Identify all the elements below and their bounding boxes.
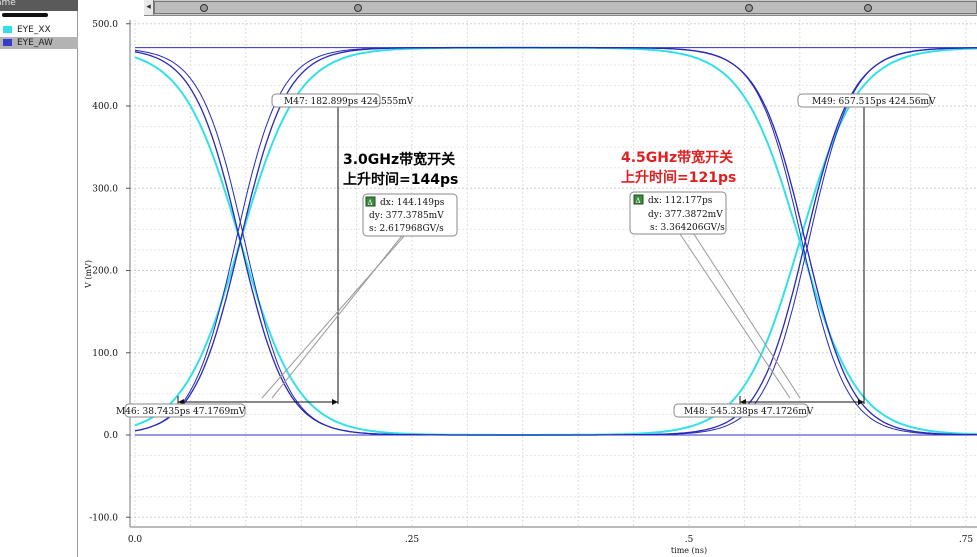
y-tick-label: -100.0 xyxy=(89,513,118,523)
svg-text:Δ: Δ xyxy=(635,197,640,205)
x-tick-label: .25 xyxy=(405,535,420,545)
waveform-plot[interactable]: 500.0 400.0 300.0 200.0 100.0 0.0 -100.0 0.0 .25… xyxy=(0,0,977,557)
marker-label-m47[interactable]: M47: 182.899ps 424.555mV xyxy=(271,93,414,108)
annotation-3ghz-title: 3.0GHz带宽开关 xyxy=(343,151,455,168)
y-tick-label: 200.0 xyxy=(92,267,118,277)
y-tick-label: 400.0 xyxy=(92,102,118,112)
svg-text:Δ: Δ xyxy=(367,199,372,207)
marker-label-m48[interactable]: M48: 545.338ps 47.1726mV xyxy=(673,403,814,418)
y-tick-label: 0.0 xyxy=(104,431,119,441)
marker-label-m46[interactable]: M46: 38.7435ps 47.1769mV xyxy=(116,403,246,418)
delta-s: s: 3.364206GV/s xyxy=(650,223,725,233)
x-axis-label: time (ns) xyxy=(671,546,707,555)
marker-label-text: M47: 182.899ps 424.555mV xyxy=(284,97,414,107)
delta-dy: dy: 377.3785mV xyxy=(369,211,444,221)
x-tick-label: .75 xyxy=(959,535,974,545)
delta-box-2[interactable]: Δ dx: 112.177ps dy: 377.3872mV s: 3.3642… xyxy=(629,191,727,235)
delta-box-1[interactable]: Δ dx: 144.149ps dy: 377.3785mV s: 2.6179… xyxy=(362,193,458,237)
annotation-4p5ghz-title: 4.5GHz带宽开关 xyxy=(621,149,733,166)
marker-label-text: M49: 657.515ps 424.56mV xyxy=(812,97,936,107)
y-tick-label: 100.0 xyxy=(92,349,118,359)
delta-dx: dx: 144.149ps xyxy=(380,198,445,208)
delta-dy: dy: 377.3872mV xyxy=(648,210,723,220)
marker-label-text: M48: 545.338ps 47.1726mV xyxy=(684,407,814,417)
delta-pointer-line xyxy=(689,227,801,399)
annotation-3ghz-risetime: 上升时间=144ps xyxy=(343,171,458,188)
delta-dx: dx: 112.177ps xyxy=(648,196,713,206)
delta-s: s: 2.617968GV/s xyxy=(369,224,444,234)
y-tick-label: 500.0 xyxy=(92,20,118,30)
x-tick-label: .5 xyxy=(685,535,694,545)
annotation-4p5ghz-risetime: 上升时间=121ps xyxy=(621,169,736,186)
y-axis-label: V (mV) xyxy=(84,260,93,289)
y-tick-label: 300.0 xyxy=(92,184,118,194)
marker-label-text: M46: 38.7435ps 47.1769mV xyxy=(116,407,246,417)
marker-label-m49[interactable]: M49: 657.515ps 424.56mV xyxy=(797,93,936,108)
x-tick-label: 0.0 xyxy=(128,535,143,545)
